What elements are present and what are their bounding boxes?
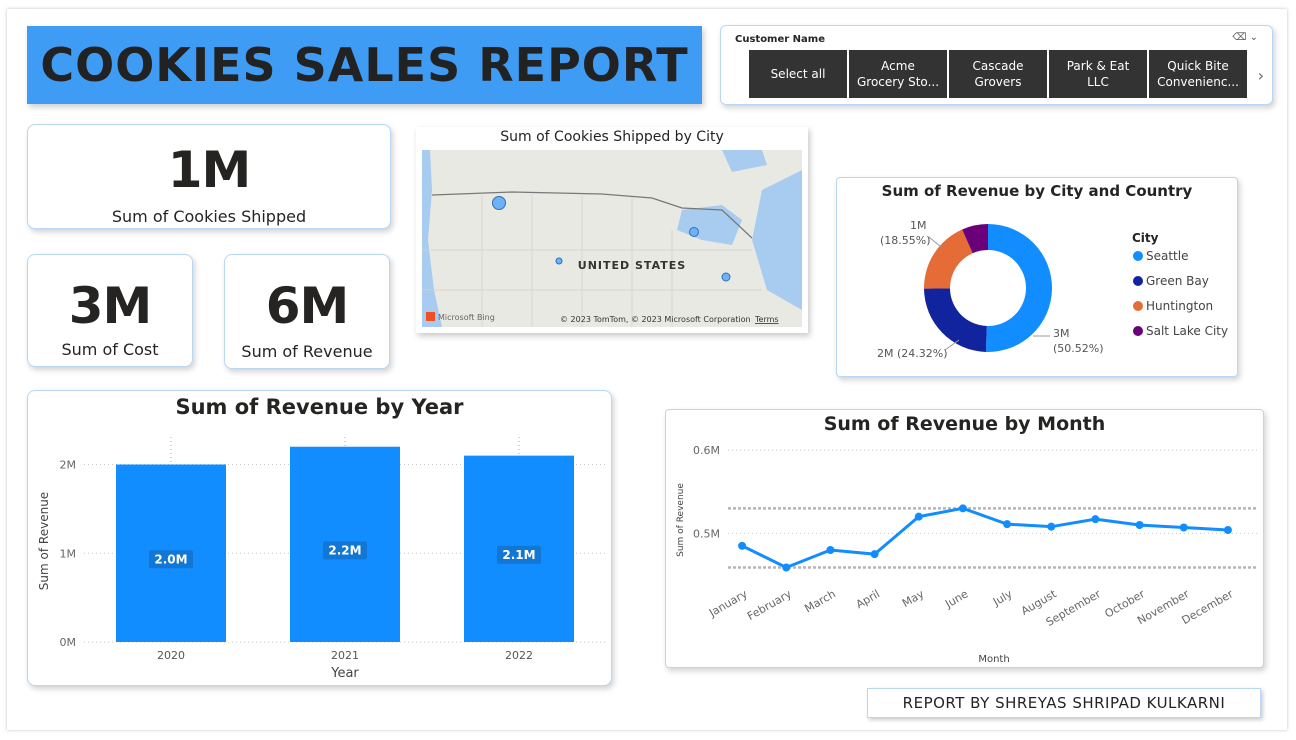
x-tick-label: March: [802, 587, 838, 615]
kpi-card-cookies: 1M Sum of Cookies Shipped: [27, 124, 391, 229]
x-tick-label: February: [745, 587, 794, 623]
line-point-january[interactable]: [738, 541, 747, 550]
line-point-february[interactable]: [782, 563, 791, 572]
kpi-value: 1M: [167, 141, 252, 199]
legend-marker: [1133, 251, 1143, 261]
slicer-option-2[interactable]: Cascade Grovers: [949, 50, 1047, 98]
slicer-options: Select all Acme Grocery Sto... Cascade Grove…: [749, 50, 1247, 98]
kpi-label: Sum of Cookies Shipped: [111, 207, 307, 226]
map-svg: UNITED STATES Microsoft Bing © 2023 TomT…: [422, 150, 802, 327]
map-copyright: © 2023 TomTom, © 2023 Microsoft Corporat…: [560, 315, 751, 324]
map-title: Sum of Cookies Shipped by City: [500, 129, 724, 145]
bar-data-label: 2.0M: [154, 552, 187, 566]
bar-data-label: 2.1M: [502, 548, 535, 562]
donut-chart-svg: 3M (50.52%) 2M (24.32%) 1M (18.55%) City Seatt…: [877, 219, 1228, 360]
x-tick-label: 2022: [505, 649, 533, 662]
bing-label: Microsoft Bing: [438, 313, 495, 322]
y-tick-label: 0M: [60, 636, 77, 649]
donut-slice-seattle[interactable]: [985, 224, 1052, 352]
kpi-label: Sum of Cost: [61, 340, 159, 359]
country-label: UNITED STATES: [578, 259, 686, 272]
slicer-title: Customer Name: [735, 34, 825, 45]
customer-name-slicer[interactable]: Customer Name ⌫ ⌄ Select all Acme Grocery …: [720, 25, 1273, 105]
donut-data-label: 1M: [910, 219, 927, 232]
slicer-option-3[interactable]: Park & Eat LLC: [1049, 50, 1147, 98]
x-tick-label: June: [942, 587, 970, 611]
map-terms-link[interactable]: Terms: [754, 315, 779, 324]
donut-chart-card[interactable]: Sum of Revenue by City and Country 3M (50…: [836, 177, 1238, 377]
map-visual[interactable]: Sum of Cookies Shipped by City UNITED ST…: [416, 127, 808, 333]
line-point-august[interactable]: [1047, 522, 1056, 531]
x-axis-title: Month: [978, 654, 1009, 665]
kpi-value: 3M: [68, 277, 153, 335]
legend-marker: [1133, 326, 1143, 336]
y-axis-title: Sum of Revenue: [37, 492, 51, 590]
slicer-option-1[interactable]: Acme Grocery Sto...: [849, 50, 947, 98]
report-credit: REPORT BY SHREYAS SHRIPAD KULKARNI: [867, 688, 1261, 718]
leader-line: [928, 236, 942, 248]
legend-item: Huntington: [1146, 299, 1213, 313]
city-bubble-huntington[interactable]: [721, 272, 731, 282]
legend-marker: [1133, 301, 1143, 311]
donut-data-label: 3M: [1053, 327, 1070, 340]
legend-title: City: [1132, 231, 1159, 245]
x-tick-label: May: [900, 587, 927, 610]
line-chart-svg: 0.5M 0.6M JanuaryFebruary March April May June…: [676, 444, 1258, 665]
report-title-banner: COOKIES SALES REPORT: [27, 26, 702, 104]
line-point-december[interactable]: [1223, 526, 1232, 534]
donut-data-label: 2M (24.32%): [877, 347, 948, 360]
bar-chart-svg: 0M 1M 2M 2.0M 2020 2.2M 2021 2.1M 2022 Year Sum of…: [37, 437, 606, 681]
slicer-header-icons: ⌫ ⌄: [1232, 32, 1258, 43]
line-point-march[interactable]: [826, 546, 835, 554]
legend-item: Seattle: [1146, 249, 1188, 263]
revenue-line: [741, 506, 1229, 570]
donut-data-label: (50.52%): [1053, 342, 1104, 355]
kpi-card-revenue: 6M Sum of Revenue: [224, 254, 390, 369]
city-bubble-salt-lake-city[interactable]: [555, 257, 563, 265]
line-point-may[interactable]: [914, 512, 923, 521]
report-title: COOKIES SALES REPORT: [40, 38, 689, 92]
leader-line: [944, 339, 960, 351]
kpi-label: Sum of Revenue: [241, 342, 373, 361]
legend-item: Green Bay: [1146, 274, 1209, 288]
line-point-april[interactable]: [870, 550, 879, 559]
slicer-option-4[interactable]: Quick Bite Convenienc...: [1149, 50, 1247, 98]
x-axis-title: Year: [330, 666, 359, 681]
y-tick-label: 1M: [60, 547, 77, 560]
line-point-june[interactable]: [958, 504, 967, 513]
bar-data-label: 2.2M: [328, 543, 361, 557]
y-tick-label: 2M: [60, 459, 77, 472]
line-chart-card[interactable]: Sum of Revenue by Month 0.5M 0.6M January F…: [665, 409, 1264, 668]
bing-logo-icon: [426, 312, 435, 321]
y-tick-label: 0.6M: [693, 444, 720, 457]
line-point-july[interactable]: [1003, 520, 1012, 529]
legend-marker: [1133, 276, 1143, 286]
donut-data-label: (18.55%): [880, 234, 931, 247]
x-tick-label: April: [854, 587, 882, 611]
legend-item: Salt Lake City: [1146, 324, 1228, 338]
line-point-october[interactable]: [1135, 521, 1144, 529]
y-tick-label: 0.5M: [693, 527, 720, 540]
city-bubble-seattle[interactable]: [492, 196, 506, 210]
chevron-down-icon[interactable]: ⌄: [1250, 32, 1258, 43]
line-point-november[interactable]: [1179, 523, 1188, 532]
kpi-card-cost: 3M Sum of Cost: [27, 254, 193, 367]
eraser-icon[interactable]: ⌫: [1232, 32, 1246, 43]
x-tick-label: 2020: [157, 649, 185, 662]
x-tick-label: 2021: [331, 649, 359, 662]
x-tick-label: July: [990, 587, 1015, 609]
line-point-september[interactable]: [1091, 515, 1100, 524]
x-tick-label: January: [706, 587, 750, 620]
y-axis-title: Sum of Revenue: [676, 483, 686, 557]
city-bubble-green-bay[interactable]: [689, 227, 699, 237]
chevron-right-icon[interactable]: ›: [1258, 66, 1264, 85]
kpi-value: 6M: [265, 277, 350, 335]
bar-chart-card[interactable]: Sum of Revenue by Year 0M 1M 2M 2.0M 2020 2.2…: [27, 390, 612, 686]
map-canvas[interactable]: UNITED STATES Microsoft Bing © 2023 TomT…: [422, 150, 802, 327]
slicer-option-0[interactable]: Select all: [749, 50, 847, 98]
